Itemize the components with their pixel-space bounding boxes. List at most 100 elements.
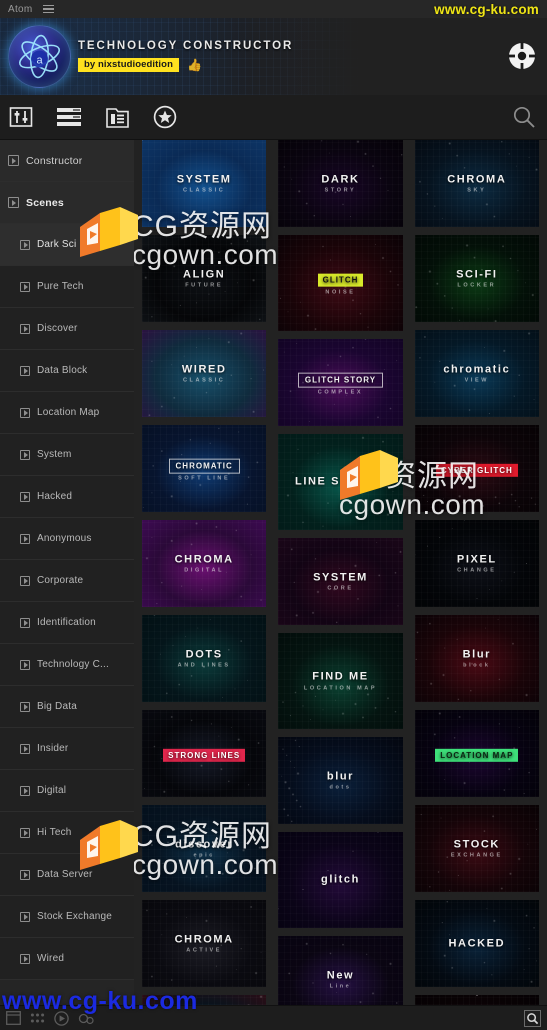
card-label: ALIGN FUTURE [142,268,266,289]
play-box-icon [20,281,30,292]
sidebar-item-insider[interactable]: Insider [0,728,134,770]
scene-card[interactable]: PIXEL CHANGE [414,520,539,607]
sliders-icon[interactable] [8,104,34,130]
film-folder-icon[interactable] [104,104,130,130]
card-subtitle: COMPLEX [317,389,364,396]
search-icon[interactable] [509,102,539,132]
atom-orb-logo-icon: a [8,25,71,88]
scene-card[interactable]: HACKED [414,900,539,987]
sidebar-item-data-block[interactable]: Data Block [0,350,134,392]
scene-card[interactable]: DARK STORY [278,140,403,227]
card-title: Blur [462,648,492,661]
sidebar-item-pure-tech[interactable]: Pure Tech [0,266,134,308]
scene-card[interactable]: blur dots [278,737,403,824]
scene-card[interactable]: SYSTEM CLASSIC [142,140,267,227]
scene-card[interactable]: SCI-FI LOCKER [414,235,539,322]
card-subtitle: LOCKER [457,282,497,289]
scene-card[interactable]: discover epic [142,805,267,892]
card-title: WIRED [181,363,227,376]
card-label: GLITCH STORY COMPLEX [278,369,402,396]
grid-gap [278,227,402,235]
sidebar-item-discover[interactable]: Discover [0,308,134,350]
card-label: CHROMA ACTIVE [142,933,266,954]
sidebar-item-digital[interactable]: Digital [0,770,134,812]
sidebar-item-label: Wired [37,953,65,964]
card-title: DOTS [185,648,223,661]
sidebar-item-label: Anonymous [37,533,92,544]
play-box-icon [20,617,30,628]
play-box-icon [20,785,30,796]
sidebar-item-wired[interactable]: Wired [0,938,134,980]
sidebar-item-system[interactable]: System [0,434,134,476]
card-label: STRONG LINES [142,744,266,762]
card-title: STRONG LINES [163,748,246,762]
play-box-icon [20,911,30,922]
sidebar-item-identification[interactable]: Identification [0,602,134,644]
card-subtitle: SOFT LINE [178,475,231,482]
author-badge[interactable]: by nixstudioedition [78,58,179,72]
hamburger-icon[interactable] [42,4,54,14]
magnifier-box-icon[interactable] [524,1009,541,1027]
app-header: a TECHNOLOGY CONSTRUCTOR by nixstudioedi… [0,18,547,95]
scene-card[interactable]: WIRED CLASSIC [142,330,267,417]
scene-card[interactable]: CHROMA ACTIVE [142,900,267,987]
cg-logo-mark-2 [78,818,140,881]
target-crosshair-icon[interactable] [508,42,536,70]
card-label: FIND ME LOCATION MAP [278,671,402,692]
star-circle-icon[interactable] [152,104,178,130]
card-label: WIRED CLASSIC [142,363,266,384]
sidebar-item-label: Pure Tech [37,281,84,292]
scene-card[interactable]: ALIGN FUTURE [142,235,267,322]
scene-card[interactable]: FIND ME LOCATION MAP [278,633,403,729]
card-subtitle: VIEW [464,377,490,384]
card-title: DARK [321,173,360,186]
scene-card[interactable]: SYSTEM CORE [278,538,403,625]
scene-card[interactable]: CHROMATIC SOFT LINE [142,425,267,512]
scene-card[interactable]: GLITCH NOISE [278,235,403,331]
sidebar-item-location-map[interactable]: Location Map [0,392,134,434]
play-box-icon [20,575,30,586]
card-label: SYSTEM CLASSIC [142,173,266,194]
card-subtitle: CLASSIC [182,377,226,384]
scene-card[interactable]: glitch [278,832,403,928]
grid-gap [278,625,402,633]
card-subtitle: FUTURE [185,282,224,289]
sidebar-item-hacked[interactable]: Hacked [0,476,134,518]
sidebar-item-stock-exchange[interactable]: Stock Exchange [0,896,134,938]
sidebar-item-constructor[interactable]: Constructor [0,140,134,182]
card-title: SCI-FI [456,268,498,281]
scene-card[interactable]: CHROMA SKY [414,140,539,227]
card-title: CHROMATIC [168,458,240,474]
scene-card[interactable]: LOCATION MAP [414,710,539,797]
scene-card[interactable]: GLITCH STORY COMPLEX [278,339,403,426]
card-label: CHROMA SKY [415,173,539,194]
play-box-icon [20,869,30,880]
scene-card[interactable]: CYBER GLITCH [414,425,539,512]
sidebar-item-corporate[interactable]: Corporate [0,560,134,602]
grid-gap [278,331,402,339]
sidebar-item-anonymous[interactable]: Anonymous [0,518,134,560]
card-title: SYSTEM [176,173,232,186]
scene-card[interactable]: Blur block [414,615,539,702]
scene-card[interactable]: GLITCHCYBER [414,995,539,1005]
scene-card[interactable]: CHROMA DIGITAL [142,520,267,607]
scene-card[interactable]: STOCK EXCHANGE [414,805,539,892]
play-box-icon [8,197,19,208]
card-title: GLITCH [317,273,364,287]
sidebar-item-big-data[interactable]: Big Data [0,686,134,728]
card-title: discover [175,838,234,851]
scene-card[interactable]: STRONG LINES [142,710,267,797]
card-subtitle: EXCHANGE [450,852,503,859]
scene-card[interactable]: New Line [278,936,403,1005]
card-title: glitch [321,873,360,886]
sidebar-item-technology-c[interactable]: Technology C... [0,644,134,686]
grid-column-3: CHROMA SKY SCI-FI LOCKER chromatic VIEW CYBER … [414,140,539,1005]
list-icon[interactable] [56,104,82,130]
card-title: New [326,969,355,982]
watermark-bottom-left: www.cg-ku.com [2,987,198,1015]
thumbs-up-icon[interactable]: 👍 [187,59,202,71]
scene-card[interactable]: chromatic VIEW [414,330,539,417]
sidebar-item-label: Corporate [37,575,84,586]
card-subtitle: epic [193,852,215,859]
scene-card[interactable]: DOTS AND LINES [142,615,267,702]
